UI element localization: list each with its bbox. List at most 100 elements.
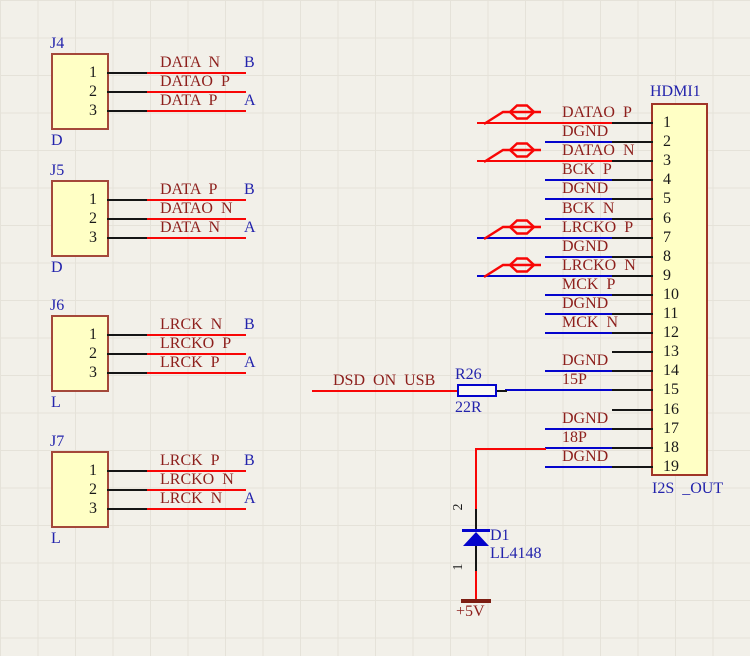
pin-number: 2 [89, 210, 97, 227]
port-letter: A [244, 92, 256, 109]
hdmi-pin-number: 19 [663, 458, 679, 475]
diode-pin1-number: 1 [451, 563, 466, 571]
pin-number: 3 [89, 229, 97, 246]
schematic-canvas: J4 D 1 DATA N B 2 DATAO P 3 DATA P A J5 D 1 DATA PB2D… [0, 0, 750, 656]
hdmi-pin-number: 5 [663, 190, 671, 207]
connector-designator: J7 [50, 433, 65, 450]
ferrite-bead-icon[interactable] [479, 218, 547, 242]
net-label: 18P [562, 429, 587, 446]
diode-pin2-lead [475, 509, 477, 530]
pin-stub [107, 199, 147, 201]
net-label: DGND [562, 352, 609, 369]
pin-number: 1 [89, 462, 97, 479]
hdmi-pin-stub [612, 294, 653, 296]
net-label: DGND [562, 238, 609, 255]
pin-number: 2 [89, 345, 97, 362]
pin-number: 3 [89, 364, 97, 381]
hdmi-pin-stub [612, 409, 653, 411]
ferrite-bead-icon[interactable] [479, 141, 547, 165]
hdmi-pin-stub [612, 466, 653, 468]
diode-pin1-lead [475, 546, 477, 571]
hdmi-pin-number: 2 [663, 133, 671, 150]
hdmi-pin-stub [612, 237, 653, 239]
net-label: DGND [562, 123, 609, 140]
net-label: DATA P [160, 181, 218, 198]
hdmi-designator: HDMI1 [650, 83, 701, 100]
hdmi-pin-stub [612, 179, 653, 181]
pin-stub [107, 218, 147, 220]
port-letter: A [244, 490, 256, 507]
wire-diode-top [475, 448, 477, 509]
connector-designator: J6 [50, 297, 65, 314]
hdmi-pin-stub [612, 122, 653, 124]
wire [147, 372, 246, 374]
net-label: DGND [562, 180, 609, 197]
port-letter: A [244, 354, 256, 371]
ferrite-bead-icon[interactable] [479, 103, 547, 127]
hdmi-pin-number: 7 [663, 229, 671, 246]
hdmi-pin-number: 18 [663, 439, 679, 456]
hdmi-pin-number: 12 [663, 324, 679, 341]
wire-diode-to-pin18 [475, 448, 546, 450]
hdmi-pin-stub [612, 389, 653, 391]
wire [505, 389, 612, 391]
port-letter: B [244, 452, 255, 469]
wire-dsd-on-usb [312, 390, 457, 392]
diode-body[interactable] [463, 532, 489, 546]
ferrite-bead-icon[interactable] [479, 256, 547, 280]
hdmi-pin-number: 17 [663, 420, 679, 437]
pin-number: 3 [89, 102, 97, 119]
hdmi-pin-number: 1 [663, 114, 671, 131]
net-label: MCK N [562, 314, 619, 331]
net-label: MCK P [562, 276, 616, 293]
pin-number: 2 [89, 83, 97, 100]
hdmi-pin-stub [612, 332, 653, 334]
pin-stub [107, 91, 147, 93]
pin-number: 1 [89, 326, 97, 343]
net-label: BCK P [562, 161, 612, 178]
hdmi-pin-stub [612, 160, 653, 162]
wire [147, 110, 246, 112]
connector-part-label: L [51, 394, 61, 411]
hdmi-pin-number: 11 [663, 305, 679, 322]
diode-value: LL4148 [490, 545, 542, 562]
hdmi-pin-number: 6 [663, 210, 671, 227]
hdmi-pin-stub [612, 351, 653, 353]
port-letter: A [244, 219, 256, 236]
connector-designator: J5 [50, 162, 65, 179]
hdmi-connector-body[interactable] [651, 103, 708, 476]
wire-diode-bottom [475, 571, 477, 600]
net-label: LRCKO P [160, 335, 232, 352]
hdmi-pin-number: 13 [663, 343, 679, 360]
hdmi-pin-stub [612, 275, 653, 277]
power-port-label: +5V [456, 603, 485, 620]
hdmi-pin-stub [612, 447, 653, 449]
pin-stub [107, 72, 147, 74]
hdmi-pin-stub [612, 198, 653, 200]
pin-stub [107, 110, 147, 112]
diode-designator: D1 [490, 527, 510, 544]
hdmi-pin-number: 3 [663, 152, 671, 169]
pin-stub [107, 237, 147, 239]
net-label: BCK N [562, 200, 615, 217]
net-label: DATAO N [562, 142, 635, 159]
pin-number: 1 [89, 64, 97, 81]
net-label: DGND [562, 448, 609, 465]
diode-pin2-number: 2 [451, 503, 466, 511]
hdmi-pin-number: 16 [663, 401, 679, 418]
net-label: DATA N [160, 219, 221, 236]
net-label: LRCK N [160, 316, 223, 333]
net-label: LRCKO N [562, 257, 636, 274]
wire [147, 237, 246, 239]
net-label: DATAO P [160, 73, 230, 90]
net-label: LRCK P [160, 452, 220, 469]
pin-stub [107, 372, 147, 374]
hdmi-pin-number: 9 [663, 267, 671, 284]
pin-stub [107, 470, 147, 472]
resistor-body[interactable] [457, 384, 497, 397]
pin-stub [107, 353, 147, 355]
hdmi-pin-stub [612, 428, 653, 430]
connector-designator: J4 [50, 35, 65, 52]
net-label: LRCK N [160, 490, 223, 507]
hdmi-pin-stub [612, 313, 653, 315]
